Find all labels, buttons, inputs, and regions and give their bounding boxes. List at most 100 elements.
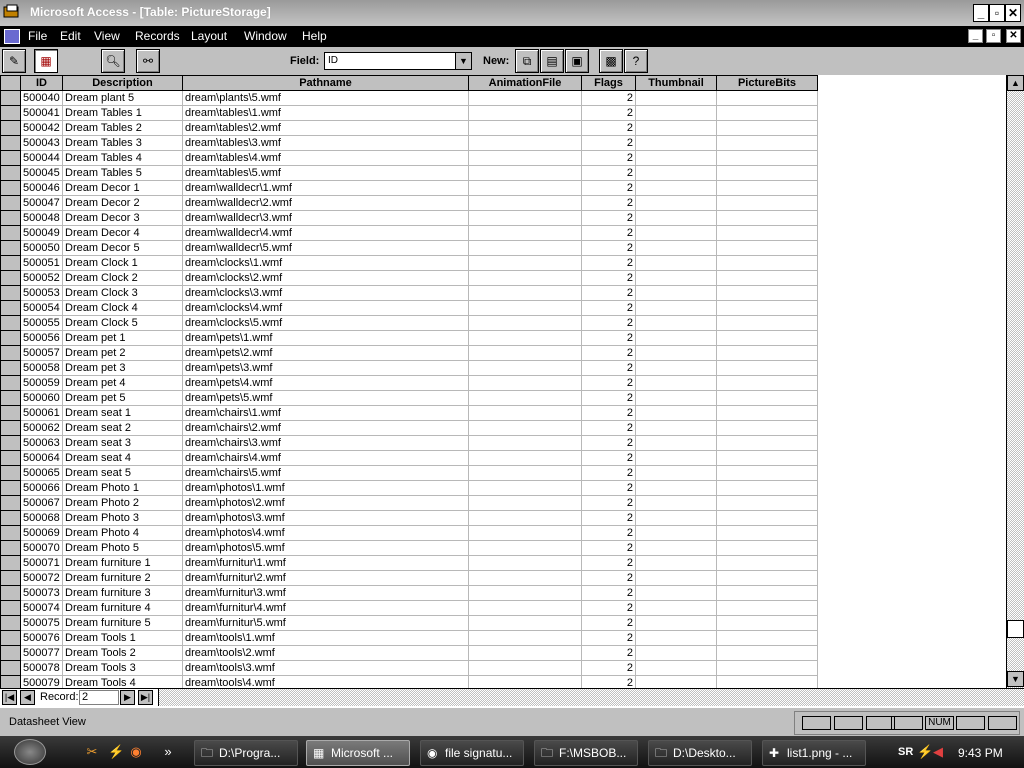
cell-description[interactable]: Dream seat 1 bbox=[62, 405, 183, 421]
cell-picturebits[interactable] bbox=[716, 135, 818, 151]
cell-pathname[interactable]: dream\tables\2.wmf bbox=[182, 120, 469, 136]
cell-description[interactable]: Dream Clock 3 bbox=[62, 285, 183, 301]
table-row[interactable]: 500044 Dream Tables 4 dream\tables\4.wmf 2 bbox=[0, 150, 818, 166]
cell-animationfile[interactable] bbox=[468, 225, 582, 241]
cell-animationfile[interactable] bbox=[468, 90, 582, 106]
cell-animationfile[interactable] bbox=[468, 525, 582, 541]
cell-flags[interactable]: 2 bbox=[581, 615, 636, 631]
cell-pathname[interactable]: dream\furnitur\2.wmf bbox=[182, 570, 469, 586]
cell-thumbnail[interactable] bbox=[635, 405, 717, 421]
table-row[interactable]: 500040 Dream plant 5 dream\plants\5.wmf 2 bbox=[0, 90, 818, 106]
menu-file[interactable]: File bbox=[28, 29, 47, 43]
select-all-box[interactable] bbox=[0, 75, 21, 91]
cell-picturebits[interactable] bbox=[716, 450, 818, 466]
cell-flags[interactable]: 2 bbox=[581, 90, 636, 106]
cell-animationfile[interactable] bbox=[468, 240, 582, 256]
cell-description[interactable]: Dream seat 3 bbox=[62, 435, 183, 451]
cell-description[interactable]: Dream Tools 3 bbox=[62, 660, 183, 676]
cell-description[interactable]: Dream pet 2 bbox=[62, 345, 183, 361]
cell-pathname[interactable]: dream\furnitur\1.wmf bbox=[182, 555, 469, 571]
cell-flags[interactable]: 2 bbox=[581, 105, 636, 121]
cell-flags[interactable]: 2 bbox=[581, 555, 636, 571]
record-selector[interactable] bbox=[0, 615, 21, 631]
table-row[interactable]: 500048 Dream Decor 3 dream\walldecr\3.wmf 2 bbox=[0, 210, 818, 226]
cell-picturebits[interactable] bbox=[716, 660, 818, 676]
cell-pathname[interactable]: dream\photos\4.wmf bbox=[182, 525, 469, 541]
cell-pathname[interactable]: dream\walldecr\3.wmf bbox=[182, 210, 469, 226]
cell-picturebits[interactable] bbox=[716, 465, 818, 481]
cell-flags[interactable]: 2 bbox=[581, 300, 636, 316]
cell-thumbnail[interactable] bbox=[635, 420, 717, 436]
column-header-id[interactable]: ID bbox=[20, 75, 63, 91]
cell-description[interactable]: Dream furniture 4 bbox=[62, 600, 183, 616]
cell-picturebits[interactable] bbox=[716, 345, 818, 361]
cell-flags[interactable]: 2 bbox=[581, 405, 636, 421]
cell-id[interactable]: 500065 bbox=[20, 465, 63, 481]
taskbar-button[interactable]: ✚ list1.png - ... bbox=[762, 740, 866, 766]
firefox-icon[interactable]: ◉ bbox=[128, 744, 144, 760]
cell-picturebits[interactable] bbox=[716, 525, 818, 541]
record-selector[interactable] bbox=[0, 315, 21, 331]
cell-animationfile[interactable] bbox=[468, 330, 582, 346]
cell-pathname[interactable]: dream\clocks\5.wmf bbox=[182, 315, 469, 331]
cell-pathname[interactable]: dream\walldecr\1.wmf bbox=[182, 180, 469, 196]
cell-animationfile[interactable] bbox=[468, 345, 582, 361]
record-selector[interactable] bbox=[0, 150, 21, 166]
cell-thumbnail[interactable] bbox=[635, 300, 717, 316]
cell-description[interactable]: Dream Photo 2 bbox=[62, 495, 183, 511]
cell-id[interactable]: 500064 bbox=[20, 450, 63, 466]
cell-pathname[interactable]: dream\tools\1.wmf bbox=[182, 630, 469, 646]
chevron-down-icon[interactable]: ▼ bbox=[455, 53, 471, 69]
cell-description[interactable]: Dream Photo 1 bbox=[62, 480, 183, 496]
cell-thumbnail[interactable] bbox=[635, 645, 717, 661]
cell-pathname[interactable]: dream\chairs\5.wmf bbox=[182, 465, 469, 481]
cell-thumbnail[interactable] bbox=[635, 435, 717, 451]
record-selector[interactable] bbox=[0, 645, 21, 661]
cell-flags[interactable]: 2 bbox=[581, 495, 636, 511]
record-selector[interactable] bbox=[0, 105, 21, 121]
cell-id[interactable]: 500045 bbox=[20, 165, 63, 181]
cell-id[interactable]: 500044 bbox=[20, 150, 63, 166]
cell-pathname[interactable]: dream\clocks\2.wmf bbox=[182, 270, 469, 286]
record-selector[interactable] bbox=[0, 390, 21, 406]
cell-pathname[interactable]: dream\chairs\2.wmf bbox=[182, 420, 469, 436]
cell-animationfile[interactable] bbox=[468, 405, 582, 421]
menu-records[interactable]: Records bbox=[135, 29, 180, 43]
cell-picturebits[interactable] bbox=[716, 510, 818, 526]
cell-id[interactable]: 500051 bbox=[20, 255, 63, 271]
cell-pathname[interactable]: dream\tools\3.wmf bbox=[182, 660, 469, 676]
cell-description[interactable]: Dream pet 3 bbox=[62, 360, 183, 376]
record-selector[interactable] bbox=[0, 195, 21, 211]
cell-thumbnail[interactable] bbox=[635, 360, 717, 376]
record-selector[interactable] bbox=[0, 420, 21, 436]
cell-id[interactable]: 500072 bbox=[20, 570, 63, 586]
cell-thumbnail[interactable] bbox=[635, 555, 717, 571]
close-button[interactable]: ✕ bbox=[1005, 4, 1021, 22]
cell-picturebits[interactable] bbox=[716, 630, 818, 646]
table-row[interactable]: 500076 Dream Tools 1 dream\tools\1.wmf 2 bbox=[0, 630, 818, 646]
cell-animationfile[interactable] bbox=[468, 390, 582, 406]
cell-picturebits[interactable] bbox=[716, 180, 818, 196]
cell-thumbnail[interactable] bbox=[635, 480, 717, 496]
cell-thumbnail[interactable] bbox=[635, 165, 717, 181]
cell-description[interactable]: Dream Tools 2 bbox=[62, 645, 183, 661]
cell-description[interactable]: Dream furniture 2 bbox=[62, 570, 183, 586]
cell-flags[interactable]: 2 bbox=[581, 345, 636, 361]
cell-id[interactable]: 500076 bbox=[20, 630, 63, 646]
doc-minimize-button[interactable]: _ bbox=[968, 29, 983, 43]
record-selector[interactable] bbox=[0, 480, 21, 496]
cell-description[interactable]: Dream Photo 3 bbox=[62, 510, 183, 526]
cell-animationfile[interactable] bbox=[468, 675, 582, 688]
table-row[interactable]: 500055 Dream Clock 5 dream\clocks\5.wmf 2 bbox=[0, 315, 818, 331]
cell-picturebits[interactable] bbox=[716, 195, 818, 211]
cell-animationfile[interactable] bbox=[468, 660, 582, 676]
column-header-pathname[interactable]: Pathname bbox=[182, 75, 469, 91]
cell-animationfile[interactable] bbox=[468, 510, 582, 526]
cell-id[interactable]: 500078 bbox=[20, 660, 63, 676]
cell-pathname[interactable]: dream\tools\2.wmf bbox=[182, 645, 469, 661]
cell-pathname[interactable]: dream\photos\2.wmf bbox=[182, 495, 469, 511]
cell-pathname[interactable]: dream\photos\3.wmf bbox=[182, 510, 469, 526]
vertical-scrollbar[interactable]: ▲ ▼ bbox=[1006, 75, 1024, 688]
cell-animationfile[interactable] bbox=[468, 375, 582, 391]
cell-flags[interactable]: 2 bbox=[581, 660, 636, 676]
